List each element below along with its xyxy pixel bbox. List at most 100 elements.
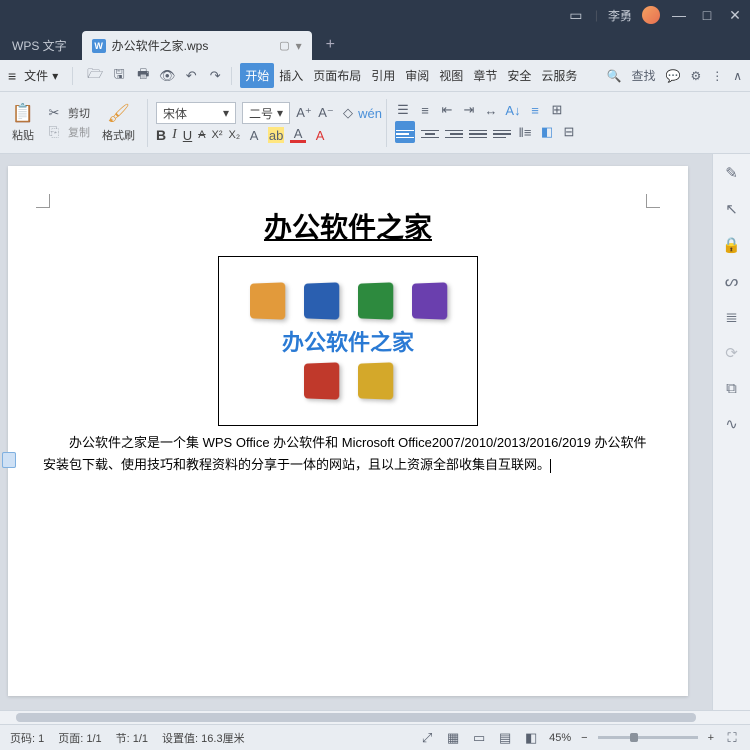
- align-right-button[interactable]: [445, 122, 463, 142]
- avatar[interactable]: [642, 6, 660, 24]
- align-left-button[interactable]: [395, 121, 415, 143]
- tab-insert[interactable]: 插入: [274, 63, 308, 88]
- document-page[interactable]: 办公软件之家 办公软件之家 办公软件之家是一个集 WPS Office 办公软件…: [8, 166, 688, 696]
- minimize-button[interactable]: —: [670, 7, 688, 23]
- more-icon[interactable]: ⋮: [711, 69, 723, 83]
- clear-format-icon[interactable]: ◇: [340, 105, 356, 121]
- canvas-area[interactable]: 办公软件之家 办公软件之家 办公软件之家是一个集 WPS Office 办公软件…: [0, 154, 712, 710]
- zoom-thumb[interactable]: [630, 733, 638, 742]
- shading-icon[interactable]: ◧: [539, 124, 555, 140]
- search-icon[interactable]: 🔍: [607, 69, 622, 83]
- zoom-slider[interactable]: [598, 736, 698, 739]
- font-size-select[interactable]: 二号▾: [242, 102, 290, 124]
- paragraph-gutter-icon[interactable]: [2, 452, 16, 468]
- underline-button[interactable]: U: [183, 128, 192, 143]
- font-name-select[interactable]: 宋体▾: [156, 102, 236, 124]
- embedded-image[interactable]: 办公软件之家: [218, 256, 478, 426]
- tab-view[interactable]: 视图: [434, 63, 468, 88]
- hamburger-icon[interactable]: ≡: [8, 68, 16, 84]
- print-preview-icon[interactable]: 👁: [159, 68, 175, 84]
- strikethrough-button[interactable]: A: [198, 129, 205, 141]
- outline-icon[interactable]: ≣: [725, 308, 738, 326]
- lock-icon[interactable]: 🔒: [722, 236, 741, 254]
- section-label[interactable]: 节: 1/1: [116, 730, 148, 746]
- paste-button[interactable]: 📋 粘贴: [8, 101, 38, 145]
- tab-references[interactable]: 引用: [366, 63, 400, 88]
- presenter-icon[interactable]: ▭: [567, 7, 585, 24]
- format-painter-button[interactable]: 🖌 格式刷: [98, 101, 139, 145]
- page-count-label[interactable]: 页面: 1/1: [58, 730, 101, 746]
- tab-menu-icon[interactable]: ▾: [296, 39, 302, 53]
- highlight-icon[interactable]: ab: [268, 127, 284, 143]
- align-justify-button[interactable]: [469, 122, 487, 142]
- pointer-icon[interactable]: ↖: [725, 200, 738, 218]
- open-icon[interactable]: 🗁: [87, 68, 103, 84]
- tab-cloud[interactable]: 云服务: [536, 63, 582, 88]
- numbering-icon[interactable]: ≡: [417, 102, 433, 118]
- page-code-label[interactable]: 页码: 1: [10, 730, 44, 746]
- char-shading-icon[interactable]: A: [312, 127, 328, 143]
- sync-icon[interactable]: ⟳: [725, 344, 738, 362]
- web-view-icon[interactable]: ▤: [497, 730, 513, 746]
- char-scale-icon[interactable]: ↔: [483, 102, 499, 118]
- file-menu[interactable]: 文件 ▾: [18, 65, 64, 86]
- horizontal-scrollbar[interactable]: [0, 710, 750, 724]
- close-button[interactable]: ✕: [726, 7, 744, 24]
- tab-presenter-icon[interactable]: ▢: [279, 39, 289, 52]
- borders-icon[interactable]: ⊞: [549, 102, 565, 118]
- undo-icon[interactable]: ↶: [183, 68, 199, 84]
- tabs-icon[interactable]: ⊟: [561, 124, 577, 140]
- grow-font-icon[interactable]: A⁺: [296, 105, 312, 121]
- italic-button[interactable]: I: [172, 127, 177, 143]
- hierarchy-icon[interactable]: ᔕ: [725, 272, 738, 290]
- reading-view-icon[interactable]: ▭: [471, 730, 487, 746]
- new-tab-button[interactable]: +: [312, 30, 349, 60]
- font-color-icon[interactable]: A: [290, 127, 306, 143]
- sort-icon[interactable]: A↓: [505, 102, 521, 118]
- line-height-icon[interactable]: ‖≡: [517, 124, 533, 140]
- superscript-button[interactable]: X²: [212, 129, 223, 141]
- copy-button[interactable]: ⎘复制: [46, 124, 90, 140]
- scrollbar-thumb[interactable]: [16, 713, 696, 722]
- bold-button[interactable]: B: [156, 127, 166, 143]
- zoom-in-button[interactable]: +: [708, 732, 714, 744]
- redo-icon[interactable]: ↷: [207, 68, 223, 84]
- distribute-button[interactable]: [493, 122, 511, 142]
- zoom-value[interactable]: 45%: [549, 732, 571, 744]
- line-spacing-icon[interactable]: ≡: [527, 102, 543, 118]
- tab-security[interactable]: 安全: [502, 63, 536, 88]
- fullscreen-icon[interactable]: ⛶: [724, 730, 740, 746]
- bullets-icon[interactable]: ☰: [395, 102, 411, 118]
- text-effects-icon[interactable]: A: [246, 127, 262, 143]
- fit-width-icon[interactable]: ⤢: [419, 730, 435, 746]
- user-name[interactable]: 李勇: [608, 7, 632, 24]
- increase-indent-icon[interactable]: ⇥: [461, 102, 477, 118]
- align-center-button[interactable]: [421, 122, 439, 142]
- print-icon[interactable]: 🖶: [135, 68, 151, 84]
- decrease-indent-icon[interactable]: ⇤: [439, 102, 455, 118]
- shrink-font-icon[interactable]: A⁻: [318, 105, 334, 121]
- app-tab[interactable]: WPS 文字: [0, 31, 79, 60]
- maximize-button[interactable]: □: [698, 7, 716, 23]
- collapse-ribbon-icon[interactable]: ∧: [733, 69, 742, 83]
- cut-button[interactable]: ✂剪切: [46, 105, 90, 121]
- tab-review[interactable]: 审阅: [400, 63, 434, 88]
- zoom-out-button[interactable]: −: [581, 732, 587, 744]
- tab-page-layout[interactable]: 页面布局: [308, 63, 366, 88]
- chat-icon[interactable]: 💬: [665, 69, 680, 83]
- subscript-button[interactable]: X₂: [229, 129, 241, 141]
- tab-chapter[interactable]: 章节: [468, 63, 502, 88]
- outline-view-icon[interactable]: ◧: [523, 730, 539, 746]
- document-tab[interactable]: W 办公软件之家.wps ▢ ▾: [82, 31, 312, 60]
- position-label[interactable]: 设置值: 16.3厘米: [162, 730, 245, 746]
- properties-icon[interactable]: ⧉: [726, 380, 737, 397]
- page-view-icon[interactable]: ▦: [445, 730, 461, 746]
- search-label[interactable]: 查找: [631, 67, 655, 84]
- tab-start[interactable]: 开始: [240, 63, 274, 88]
- gear-icon[interactable]: ⚙: [690, 69, 701, 83]
- save-icon[interactable]: 🖫: [111, 68, 127, 84]
- pencil-icon[interactable]: ✎: [725, 164, 738, 182]
- phonetic-guide-icon[interactable]: wén: [362, 105, 378, 121]
- page-title: 办公软件之家: [43, 206, 653, 246]
- share-icon[interactable]: ∿: [725, 415, 738, 433]
